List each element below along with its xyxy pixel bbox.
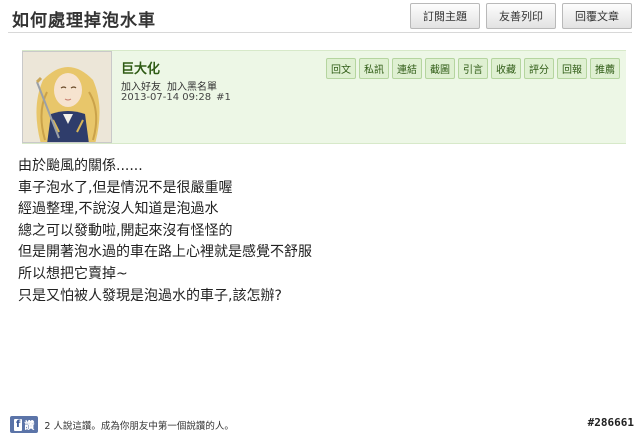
- recommend-button[interactable]: 推薦: [590, 58, 620, 79]
- add-friend-link[interactable]: 加入好友: [121, 78, 161, 93]
- reply-button[interactable]: 回覆文章: [562, 3, 632, 29]
- content-line: 經過整理,不說沒人知道是泡過水: [18, 201, 219, 218]
- quote-button[interactable]: 引言: [458, 58, 488, 79]
- watermark-id: #286661: [587, 416, 634, 429]
- content-line: 只是又怕被人發現是泡過水的車子,該怎辦?: [18, 287, 282, 304]
- post-datetime: 2013-07-14 09:28: [121, 92, 212, 103]
- like-button-label: 讚: [24, 421, 35, 432]
- rate-button[interactable]: 評分: [524, 58, 554, 79]
- like-count-text: 2 人說這讚。成為你朋友中第一個說讚的人。: [44, 420, 234, 432]
- content-line: 車子泡水了,但是情況不是很嚴重喔: [18, 179, 233, 196]
- facebook-like-button[interactable]: f 讚: [10, 416, 39, 433]
- thread-toolbar: 訂閱主題 友善列印 回覆文章: [410, 3, 632, 29]
- link-button[interactable]: 連結: [392, 58, 422, 79]
- subscribe-button[interactable]: 訂閱主題: [410, 3, 480, 29]
- facebook-like-bar: f 讚 2 人說這讚。成為你朋友中第一個說讚的人。: [10, 416, 234, 433]
- content-line: 由於颱風的關係......: [18, 158, 143, 174]
- content-line: 但是開著泡水過的車在路上心裡就是感覺不舒服: [18, 244, 312, 261]
- post-actions: 回文 私訊 連結 截圖 引言 收藏 評分 回報 推薦: [326, 58, 620, 79]
- author-links: 加入好友 加入黑名單: [121, 78, 217, 93]
- post-content: 由於颱風的關係...... 車子泡水了,但是情況不是很嚴重喔 經過整理,不說沒人…: [18, 156, 312, 307]
- add-blacklist-link[interactable]: 加入黑名單: [167, 78, 217, 93]
- avatar[interactable]: [22, 51, 112, 143]
- avatar-image: [23, 52, 111, 142]
- print-button[interactable]: 友善列印: [486, 3, 556, 29]
- thread-title: 如何處理掉泡水車: [12, 11, 156, 31]
- content-line: 所以想把它賣掉~: [18, 265, 128, 282]
- post-header: 巨大化 加入好友 加入黑名單 2013-07-14 09:28 #1 回文 私訊…: [22, 50, 626, 144]
- bookmark-button[interactable]: 收藏: [491, 58, 521, 79]
- private-message-button[interactable]: 私訊: [359, 58, 389, 79]
- post-floor[interactable]: #1: [216, 92, 231, 103]
- reply-post-button[interactable]: 回文: [326, 58, 356, 79]
- screenshot-button[interactable]: 截圖: [425, 58, 455, 79]
- facebook-icon: f: [14, 418, 23, 431]
- header-divider: [8, 32, 632, 33]
- content-line: 總之可以發動啦,開起來沒有怪怪的: [18, 222, 233, 239]
- report-button[interactable]: 回報: [557, 58, 587, 79]
- author-name[interactable]: 巨大化: [121, 58, 160, 77]
- post-meta: 2013-07-14 09:28 #1: [121, 92, 231, 103]
